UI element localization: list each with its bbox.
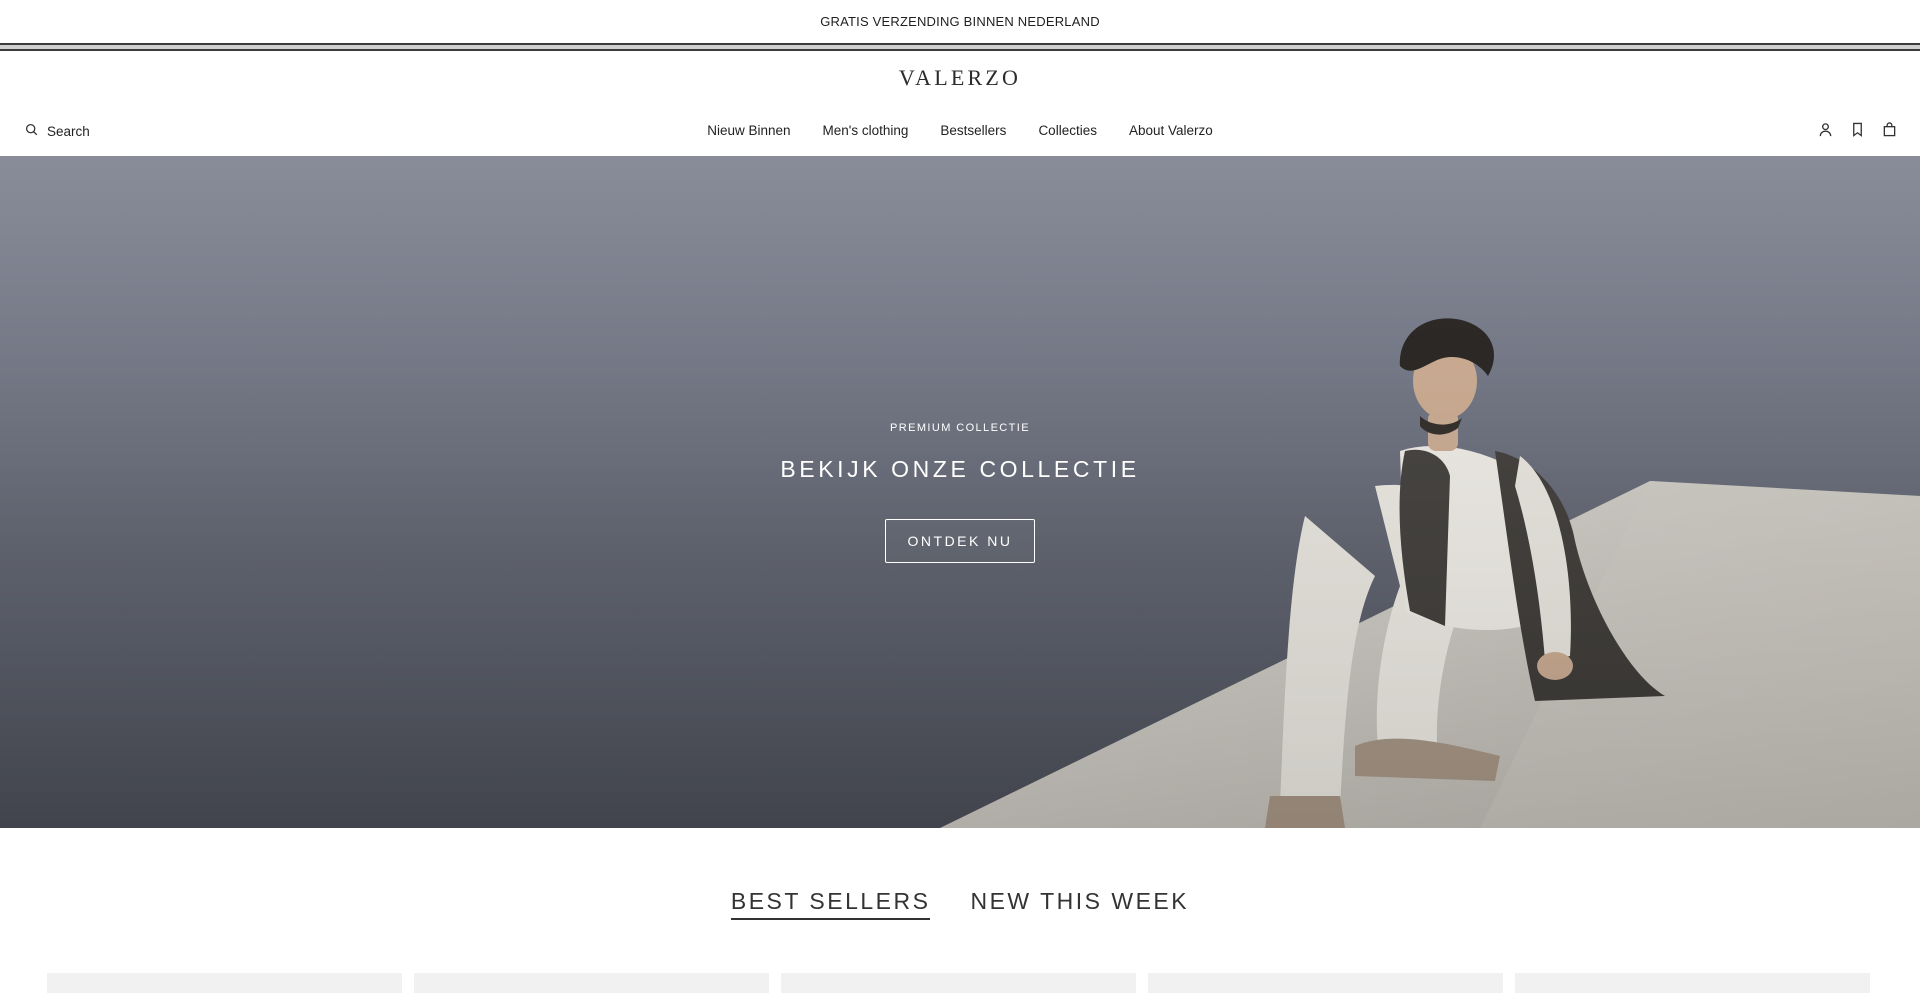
header-icons	[1817, 121, 1898, 138]
wishlist-icon[interactable]	[1849, 121, 1866, 138]
tab-best-sellers[interactable]: BEST SELLERS	[730, 888, 931, 920]
product-card[interactable]	[781, 973, 1136, 993]
product-tabs: BEST SELLERS NEW THIS WEEK	[0, 888, 1920, 920]
brand-logo[interactable]: VALERZO	[0, 65, 1920, 91]
hero-eyebrow: PREMIUM COLLECTIE	[890, 422, 1030, 434]
nav-item-collecties[interactable]: Collecties	[1038, 123, 1097, 138]
hero-content: PREMIUM COLLECTIE BEKIJK ONZE COLLECTIE …	[0, 422, 1920, 563]
nav-item-about[interactable]: About Valerzo	[1129, 123, 1213, 138]
nav-item-nieuw-binnen[interactable]: Nieuw Binnen	[707, 123, 790, 138]
product-card[interactable]	[47, 973, 402, 993]
cart-icon[interactable]	[1881, 121, 1898, 138]
product-grid	[47, 973, 1870, 993]
discover-button[interactable]: ONTDEK NU	[885, 519, 1035, 563]
main-nav: Nieuw Binnen Men's clothing Bestsellers …	[0, 123, 1920, 138]
nav-item-mens-clothing[interactable]: Men's clothing	[823, 123, 909, 138]
product-card[interactable]	[1148, 973, 1503, 993]
nav-item-bestsellers[interactable]: Bestsellers	[940, 123, 1006, 138]
account-icon[interactable]	[1817, 121, 1834, 138]
product-card[interactable]	[414, 973, 769, 993]
tab-new-this-week[interactable]: NEW THIS WEEK	[970, 888, 1189, 920]
hero-banner: PREMIUM COLLECTIE BEKIJK ONZE COLLECTIE …	[0, 156, 1920, 828]
hero-title: BEKIJK ONZE COLLECTIE	[780, 456, 1140, 482]
announcement-bar: GRATIS VERZENDING BINNEN NEDERLAND	[0, 0, 1920, 43]
product-card[interactable]	[1515, 973, 1870, 993]
announcement-text: GRATIS VERZENDING BINNEN NEDERLAND	[820, 14, 1100, 29]
announcement-divider	[0, 43, 1920, 51]
site-header: VALERZO Search Nieuw Binnen Men's clothi…	[0, 51, 1920, 156]
